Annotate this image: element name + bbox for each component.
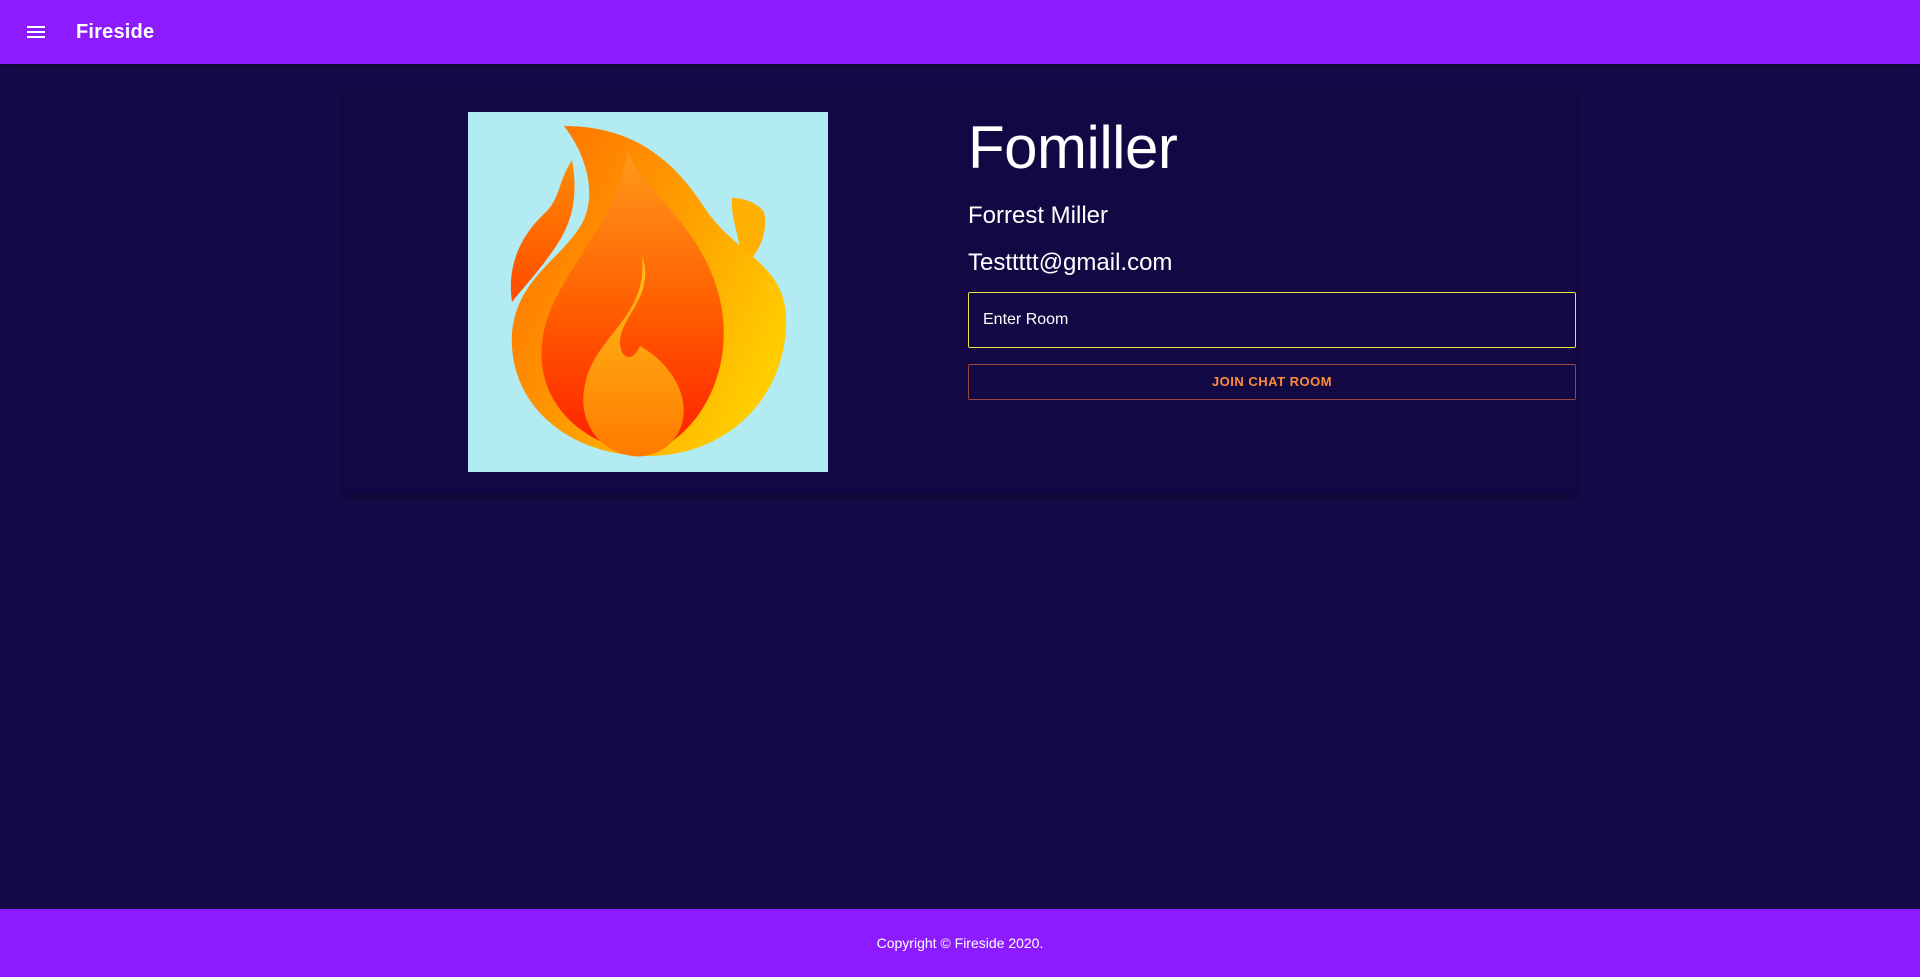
menu-icon[interactable] <box>24 20 48 44</box>
profile-username: Fomiller <box>968 114 1178 181</box>
profile-full-name: Forrest Miller <box>968 202 1109 229</box>
profile-info: Fomiller Forrest Miller Testtttt@gmail.c… <box>968 112 1576 400</box>
footer: Copyright © Fireside 2020. <box>0 909 1920 977</box>
profile-email: Testtttt@gmail.com <box>968 248 1173 276</box>
profile-avatar <box>468 112 828 472</box>
join-chat-room-button[interactable]: Join Chat Room <box>968 363 1576 400</box>
app-bar: Fireside <box>0 0 1920 64</box>
profile-card: Fomiller Forrest Miller Testtttt@gmail.c… <box>344 96 1576 495</box>
enter-room-input[interactable] <box>968 291 1576 348</box>
fire-icon <box>510 126 787 457</box>
footer-copyright: Copyright © Fireside 2020. <box>876 935 1044 951</box>
app-title: Fireside <box>76 20 155 43</box>
